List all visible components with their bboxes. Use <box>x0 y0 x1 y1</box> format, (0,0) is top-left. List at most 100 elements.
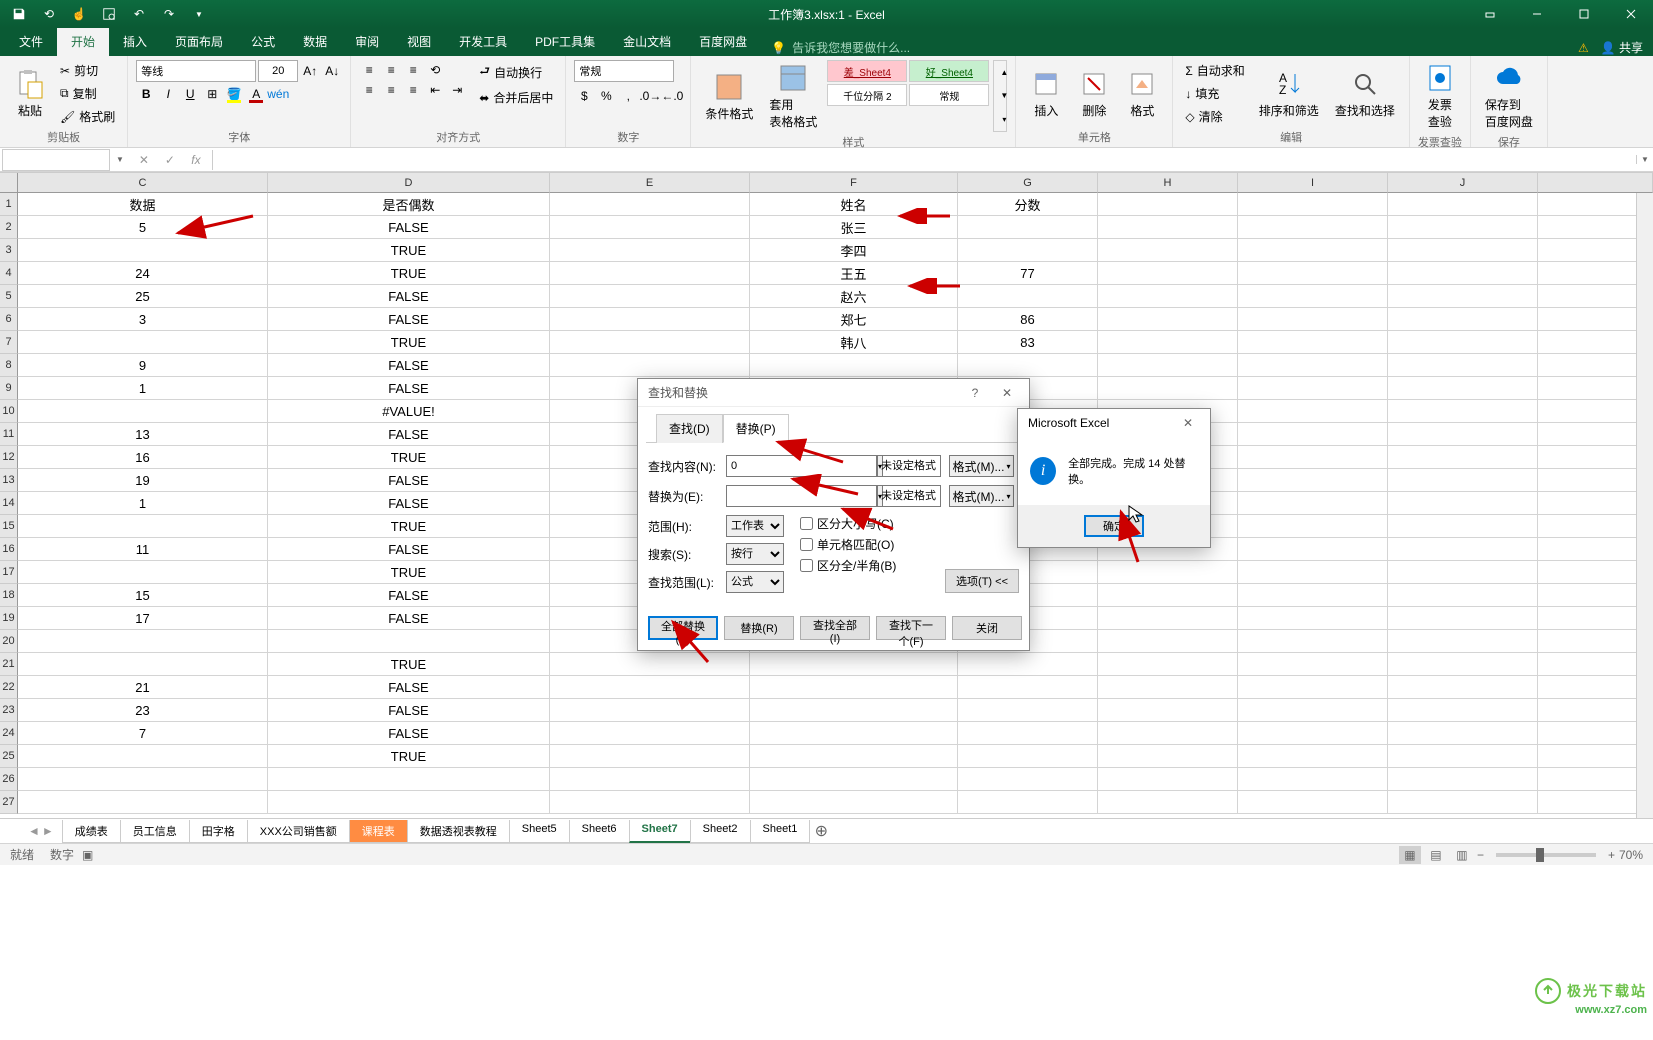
cell[interactable]: FALSE <box>268 354 550 377</box>
cell[interactable]: 7 <box>18 722 268 745</box>
row-header[interactable]: 17 <box>0 561 18 584</box>
row-header[interactable]: 3 <box>0 239 18 262</box>
cell[interactable] <box>1388 630 1538 653</box>
col-header[interactable]: G <box>958 173 1098 193</box>
cell[interactable]: 83 <box>958 331 1098 354</box>
cell[interactable]: 77 <box>958 262 1098 285</box>
cell[interactable] <box>1388 538 1538 561</box>
wrap-button[interactable]: ⮐自动换行 <box>475 60 557 85</box>
percent-icon[interactable]: % <box>596 86 616 106</box>
cell[interactable] <box>1388 653 1538 676</box>
zoom-in-icon[interactable]: + <box>1608 848 1615 862</box>
row-header[interactable]: 19 <box>0 607 18 630</box>
cell[interactable] <box>1098 308 1238 331</box>
cell[interactable] <box>1388 193 1538 216</box>
cell[interactable] <box>1098 239 1238 262</box>
merge-button[interactable]: ⬌合并后居中 <box>475 87 557 108</box>
tab-data[interactable]: 数据 <box>289 27 341 56</box>
row-header[interactable]: 18 <box>0 584 18 607</box>
tab-pdf[interactable]: PDF工具集 <box>521 27 609 56</box>
style-normal[interactable]: 常规 <box>909 84 989 106</box>
row-header[interactable]: 10 <box>0 400 18 423</box>
cell[interactable] <box>958 722 1098 745</box>
cell[interactable] <box>18 239 268 262</box>
cell[interactable] <box>1388 584 1538 607</box>
cell[interactable]: 李四 <box>750 239 958 262</box>
cell[interactable]: 王五 <box>750 262 958 285</box>
cell[interactable] <box>1238 538 1388 561</box>
clear-button[interactable]: ◇清除 <box>1181 106 1248 127</box>
cell[interactable]: FALSE <box>268 699 550 722</box>
col-header[interactable]: H <box>1098 173 1238 193</box>
close-button[interactable]: 关闭 <box>952 616 1022 640</box>
ok-button[interactable]: 确定 <box>1084 515 1144 537</box>
row-header[interactable]: 15 <box>0 515 18 538</box>
msgbox-close-icon[interactable]: ✕ <box>1176 413 1200 433</box>
col-header[interactable]: J <box>1388 173 1538 193</box>
cell[interactable]: FALSE <box>268 423 550 446</box>
cell[interactable] <box>550 239 750 262</box>
share-button[interactable]: 👤 共享 <box>1601 39 1643 56</box>
sheet-first-icon[interactable]: ◄ <box>28 824 40 838</box>
cell[interactable] <box>1388 262 1538 285</box>
cell[interactable] <box>1388 745 1538 768</box>
sheet-tab[interactable]: Sheet5 <box>509 820 570 843</box>
cell[interactable] <box>1238 285 1388 308</box>
cell[interactable] <box>1098 331 1238 354</box>
replace-input[interactable] <box>726 485 878 507</box>
cell[interactable]: FALSE <box>268 469 550 492</box>
cell[interactable] <box>1098 722 1238 745</box>
cell[interactable] <box>1238 584 1388 607</box>
tab-layout[interactable]: 页面布局 <box>161 27 237 56</box>
sheet-tab[interactable]: 田字格 <box>189 820 248 843</box>
row-header[interactable]: 12 <box>0 446 18 469</box>
copy-button[interactable]: ⧉复制 <box>56 83 119 104</box>
cell[interactable] <box>1098 699 1238 722</box>
cell[interactable]: FALSE <box>268 308 550 331</box>
delete-button[interactable]: 删除 <box>1072 60 1116 127</box>
qat-dropdown-icon[interactable]: ▼ <box>188 3 210 25</box>
fill-button[interactable]: ↓填充 <box>1181 83 1248 104</box>
cell[interactable]: 23 <box>18 699 268 722</box>
cell[interactable] <box>1238 561 1388 584</box>
cell[interactable] <box>1098 216 1238 239</box>
paste-button[interactable]: 粘贴 <box>8 60 52 127</box>
cell[interactable] <box>1388 308 1538 331</box>
sheet-tab[interactable]: 课程表 <box>349 820 408 843</box>
tab-replace[interactable]: 替换(P) <box>723 414 789 443</box>
cell[interactable] <box>1098 285 1238 308</box>
replace-one-button[interactable]: 替换(R) <box>724 616 794 640</box>
fx-icon[interactable]: fx <box>184 150 208 170</box>
options-button[interactable]: 选项(T) << <box>945 569 1019 593</box>
cell[interactable] <box>18 515 268 538</box>
cell[interactable] <box>1238 607 1388 630</box>
replace-format-button[interactable]: 格式(M)...▾ <box>949 485 1014 507</box>
cell[interactable] <box>1238 308 1388 331</box>
cell[interactable] <box>1388 354 1538 377</box>
find-input[interactable] <box>726 455 878 477</box>
find-format-button[interactable]: 格式(M)...▾ <box>949 455 1014 477</box>
cell[interactable]: 1 <box>18 492 268 515</box>
row-header[interactable]: 20 <box>0 630 18 653</box>
sheet-tab[interactable]: 数据透视表教程 <box>407 820 510 843</box>
cell[interactable] <box>958 676 1098 699</box>
style-bad[interactable]: 差_Sheet4 <box>827 60 907 82</box>
vertical-scrollbar[interactable] <box>1636 193 1653 818</box>
cell[interactable] <box>1098 630 1238 653</box>
cell[interactable] <box>268 768 550 791</box>
add-sheet-icon[interactable]: ⊕ <box>809 821 833 841</box>
sheet-tab[interactable]: 成绩表 <box>62 820 121 843</box>
cell[interactable] <box>750 699 958 722</box>
cell[interactable]: FALSE <box>268 607 550 630</box>
cell[interactable] <box>18 768 268 791</box>
page-layout-view-icon[interactable]: ▤ <box>1425 846 1447 864</box>
cell[interactable]: 15 <box>18 584 268 607</box>
tab-jinshan[interactable]: 金山文档 <box>609 27 685 56</box>
cell[interactable]: TRUE <box>268 653 550 676</box>
cell[interactable] <box>1098 607 1238 630</box>
formula-input[interactable] <box>213 149 1636 171</box>
underline-icon[interactable]: U <box>180 84 200 104</box>
cell[interactable] <box>1098 791 1238 814</box>
cell[interactable] <box>1388 492 1538 515</box>
cell[interactable] <box>1388 377 1538 400</box>
